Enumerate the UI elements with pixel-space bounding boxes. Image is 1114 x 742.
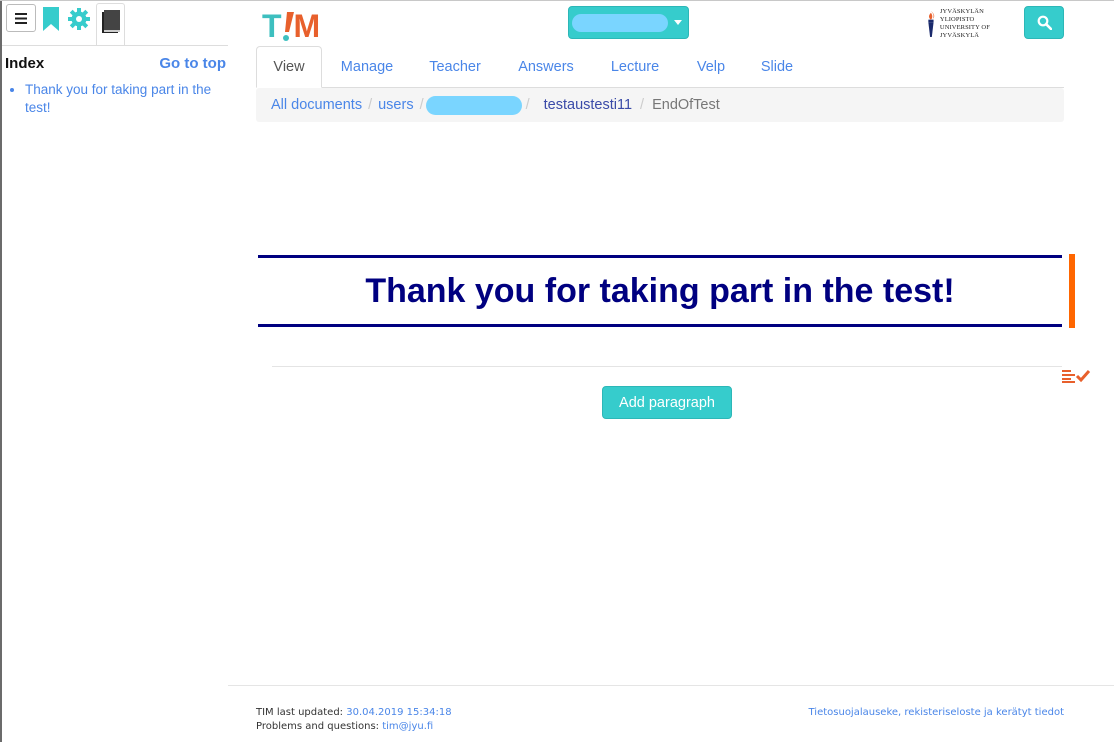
- privacy-link-text[interactable]: Tietosuojalauseke, rekisteriseloste ja k…: [809, 707, 1065, 718]
- index-item[interactable]: Thank you for taking part in the test!: [25, 81, 235, 117]
- crumb-current-document: EndOfTest: [652, 97, 720, 113]
- search-icon: [1037, 15, 1052, 30]
- go-to-top-link[interactable]: Go to top: [159, 55, 226, 72]
- crumb-separator: /: [419, 97, 424, 113]
- username-redacted: [572, 13, 668, 32]
- crumb-username-redacted[interactable]: [425, 95, 522, 115]
- sidebar-tabs-divider: [2, 45, 228, 46]
- page-title: Thank you for taking part in the test!: [365, 271, 955, 310]
- menu-toggle-button[interactable]: [6, 4, 36, 32]
- footer-privacy-link[interactable]: Tietosuojalauseke, rekisteriseloste ja k…: [809, 706, 1065, 720]
- gear-icon: [68, 8, 90, 30]
- search-button[interactable]: [1024, 6, 1064, 39]
- tab-slide[interactable]: Slide: [748, 46, 806, 87]
- menu-icon: [15, 12, 27, 24]
- paragraph-edit-marker[interactable]: [1069, 254, 1075, 328]
- crumb-folder[interactable]: testaustesti11: [544, 97, 632, 113]
- university-name: JYVÄSKYLÄN YLIOPISTO UNIVERSITY OF JYVÄS…: [940, 8, 1019, 40]
- footer-problems: Problems and questions: tim@jyu.fi: [256, 720, 452, 734]
- tab-manage[interactable]: Manage: [328, 46, 406, 87]
- document-tabs: View Manage Teacher Answers Lecture Velp…: [256, 46, 1064, 88]
- tab-velp[interactable]: Velp: [684, 46, 738, 87]
- logo-letter-t: T: [262, 8, 282, 44]
- heading-paragraph[interactable]: Thank you for taking part in the test!: [258, 255, 1062, 327]
- tab-view[interactable]: View: [256, 46, 322, 88]
- university-name-fi: JYVÄSKYLÄN YLIOPISTO: [939, 8, 984, 23]
- footer-info: TIM last updated: 30.04.2019 15:34:18 Pr…: [256, 706, 452, 734]
- crumb-separator: /: [640, 97, 645, 113]
- index-title: Index: [5, 55, 45, 72]
- footer-divider: [228, 685, 1114, 686]
- logo-exclamation-icon: [282, 10, 294, 42]
- tab-answers[interactable]: Answers: [506, 46, 586, 87]
- bookmarks-tab[interactable]: [40, 7, 62, 31]
- crumb-separator: /: [525, 97, 530, 113]
- tab-lecture[interactable]: Lecture: [598, 46, 672, 87]
- crumb-separator: /: [368, 97, 373, 113]
- footer-email-link[interactable]: tim@jyu.fi: [382, 721, 433, 732]
- paragraph-checklist-icon[interactable]: [1061, 367, 1091, 385]
- university-logo[interactable]: JYVÄSKYLÄN YLIOPISTO UNIVERSITY OF JYVÄS…: [924, 6, 1019, 42]
- content-divider: [272, 366, 1062, 367]
- bookmark-icon: [43, 7, 59, 31]
- tim-logo[interactable]: T M: [262, 8, 320, 42]
- breadcrumb: All documents / users / / testaustesti11…: [256, 88, 1064, 122]
- tab-teacher[interactable]: Teacher: [416, 46, 494, 87]
- logo-letter-m: M: [293, 8, 321, 44]
- crumb-users[interactable]: users: [378, 97, 413, 113]
- footer-updated: TIM last updated: 30.04.2019 15:34:18: [256, 706, 452, 720]
- index-tab[interactable]: [96, 3, 125, 46]
- torch-icon: [928, 10, 935, 38]
- footer-updated-link[interactable]: 30.04.2019 15:34:18: [346, 707, 451, 718]
- footer-updated-label: TIM last updated:: [256, 707, 344, 718]
- add-paragraph-button[interactable]: Add paragraph: [602, 386, 732, 419]
- university-name-en: UNIVERSITY OF JYVÄSKYLÄ: [939, 24, 990, 39]
- caret-down-icon: [674, 20, 682, 25]
- index-list: Thank you for taking part in the test!: [9, 81, 235, 117]
- crumb-all-documents[interactable]: All documents: [271, 97, 362, 113]
- footer-problems-label: Problems and questions:: [256, 721, 380, 732]
- book-icon: [102, 10, 120, 33]
- settings-tab[interactable]: [68, 7, 90, 31]
- user-menu-button[interactable]: [568, 6, 689, 39]
- sidebar: Index Go to top Thank you for taking par…: [2, 0, 228, 742]
